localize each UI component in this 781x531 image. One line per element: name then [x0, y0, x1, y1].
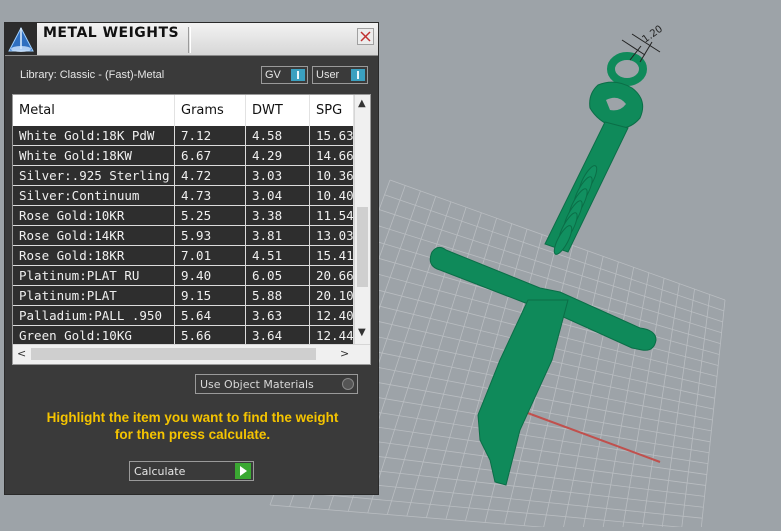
cell-metal: Green Gold:10KG: [13, 326, 175, 344]
cell-grams: 5.64: [175, 306, 246, 325]
panel-titlebar[interactable]: METAL WEIGHTS: [5, 23, 378, 56]
horizontal-scroll-thumb[interactable]: [31, 348, 316, 360]
instruction-line-1: Highlight the item you want to find the …: [46, 410, 339, 425]
cell-spg: 14.66: [310, 146, 354, 165]
x-axis-line: [524, 411, 661, 463]
use-object-materials-label: Use Object Materials: [200, 378, 314, 391]
cell-metal: Rose Gold:18KR: [13, 246, 175, 265]
calculate-button[interactable]: Calculate: [129, 461, 254, 481]
table-header: Metal Grams DWT SPG: [13, 95, 370, 127]
cell-spg: 15.63: [310, 126, 354, 145]
vertical-scroll-thumb[interactable]: [357, 207, 368, 287]
cell-grams: 4.72: [175, 166, 246, 185]
cell-dwt: 4.29: [246, 146, 310, 165]
cell-metal: Silver:Continuum: [13, 186, 175, 205]
table-row[interactable]: Platinum:PLAT 9.15 5.88 20.10: [13, 286, 370, 306]
scroll-up-icon[interactable]: ▲: [358, 98, 366, 109]
title-divider: [188, 27, 189, 53]
close-button[interactable]: [357, 28, 374, 45]
cell-metal: Platinum:PLAT RU: [13, 266, 175, 285]
table-row[interactable]: Silver:Continuum 4.73 3.04 10.40: [13, 186, 370, 206]
cell-metal: Platinum:PLAT: [13, 286, 175, 305]
cell-dwt: 3.64: [246, 326, 310, 344]
column-header-grams[interactable]: Grams: [175, 95, 246, 126]
cell-dwt: 3.04: [246, 186, 310, 205]
cell-spg: 13.03: [310, 226, 354, 245]
calculate-label: Calculate: [134, 465, 186, 478]
dimension-label: 1.20: [640, 24, 665, 46]
cell-dwt: 3.63: [246, 306, 310, 325]
column-header-dwt[interactable]: DWT: [246, 95, 310, 126]
cell-grams: 5.66: [175, 326, 246, 344]
table-row[interactable]: Palladium:PALL .950 5.64 3.63 12.40: [13, 306, 370, 326]
cell-grams: 5.93: [175, 226, 246, 245]
close-icon: [360, 31, 371, 42]
cell-grams: 9.15: [175, 286, 246, 305]
cell-dwt: 6.05: [246, 266, 310, 285]
table-row[interactable]: Rose Gold:10KR 5.25 3.38 11.54: [13, 206, 370, 226]
instruction-text: Highlight the item you want to find the …: [20, 409, 365, 443]
cell-dwt: 5.88: [246, 286, 310, 305]
horizontal-scrollbar[interactable]: < >: [13, 344, 370, 364]
cell-grams: 9.40: [175, 266, 246, 285]
cell-dwt: 3.03: [246, 166, 310, 185]
cell-dwt: 3.81: [246, 226, 310, 245]
metal-weights-panel: METAL WEIGHTS Library: Classic - (Fast)-…: [4, 22, 379, 495]
cell-metal: White Gold:18K PdW: [13, 126, 175, 145]
cell-spg: 10.40: [310, 186, 354, 205]
table-row[interactable]: Platinum:PLAT RU 9.40 6.05 20.66: [13, 266, 370, 286]
table-row[interactable]: Green Gold:10KG 5.66 3.64 12.44: [13, 326, 370, 344]
cell-grams: 6.67: [175, 146, 246, 165]
gv-toggle-label: GV: [265, 69, 281, 81]
vertical-scrollbar[interactable]: ▲ ▼: [354, 95, 370, 344]
title-divider-highlight: [190, 27, 191, 53]
user-toggle-label: User: [316, 69, 340, 81]
metal-table: Metal Grams DWT SPG White Gold:18K PdW 7.…: [12, 94, 371, 365]
column-header-spg[interactable]: SPG: [310, 95, 354, 126]
library-label: Library: Classic - (Fast)-Metal: [20, 69, 165, 81]
cell-metal: Palladium:PALL .950: [13, 306, 175, 325]
gv-toggle[interactable]: GV: [261, 66, 308, 84]
cell-metal: Rose Gold:10KR: [13, 206, 175, 225]
instruction-line-2: for then press calculate.: [114, 427, 271, 442]
cell-grams: 7.01: [175, 246, 246, 265]
cell-grams: 4.73: [175, 186, 246, 205]
user-toggle[interactable]: User: [312, 66, 368, 84]
cell-dwt: 4.51: [246, 246, 310, 265]
column-header-metal[interactable]: Metal: [13, 95, 175, 126]
cell-spg: 20.66: [310, 266, 354, 285]
table-body: White Gold:18K PdW 7.12 4.58 15.63 White Gol…: [13, 126, 370, 344]
cell-spg: 11.54: [310, 206, 354, 225]
scroll-left-icon[interactable]: <: [17, 347, 26, 360]
cell-metal: Rose Gold:14KR: [13, 226, 175, 245]
cell-grams: 7.12: [175, 126, 246, 145]
cell-dwt: 3.38: [246, 206, 310, 225]
use-object-materials-toggle[interactable]: Use Object Materials: [195, 374, 358, 394]
cell-spg: 20.10: [310, 286, 354, 305]
table-row[interactable]: Rose Gold:18KR 7.01 4.51 15.41: [13, 246, 370, 266]
cell-spg: 12.44: [310, 326, 354, 344]
cell-metal: Silver:.925 Sterling: [13, 166, 175, 185]
panel-title: METAL WEIGHTS: [43, 25, 180, 41]
radio-icon: [342, 378, 354, 390]
scroll-down-icon[interactable]: ▼: [358, 327, 366, 338]
table-row[interactable]: Silver:.925 Sterling 4.72 3.03 10.36: [13, 166, 370, 186]
play-arrow-icon: [235, 463, 251, 479]
cell-grams: 5.25: [175, 206, 246, 225]
scale-icon: [5, 23, 37, 55]
cell-metal: White Gold:18KW: [13, 146, 175, 165]
table-row[interactable]: Rose Gold:14KR 5.93 3.81 13.03: [13, 226, 370, 246]
cell-spg: 10.36: [310, 166, 354, 185]
cell-spg: 12.40: [310, 306, 354, 325]
toggle-switch-icon: [291, 69, 305, 81]
table-row[interactable]: White Gold:18K PdW 7.12 4.58 15.63: [13, 126, 370, 146]
scroll-right-icon[interactable]: >: [340, 347, 349, 360]
cell-spg: 15.41: [310, 246, 354, 265]
table-row[interactable]: White Gold:18KW 6.67 4.29 14.66: [13, 146, 370, 166]
toggle-switch-icon: [351, 69, 365, 81]
cell-dwt: 4.58: [246, 126, 310, 145]
